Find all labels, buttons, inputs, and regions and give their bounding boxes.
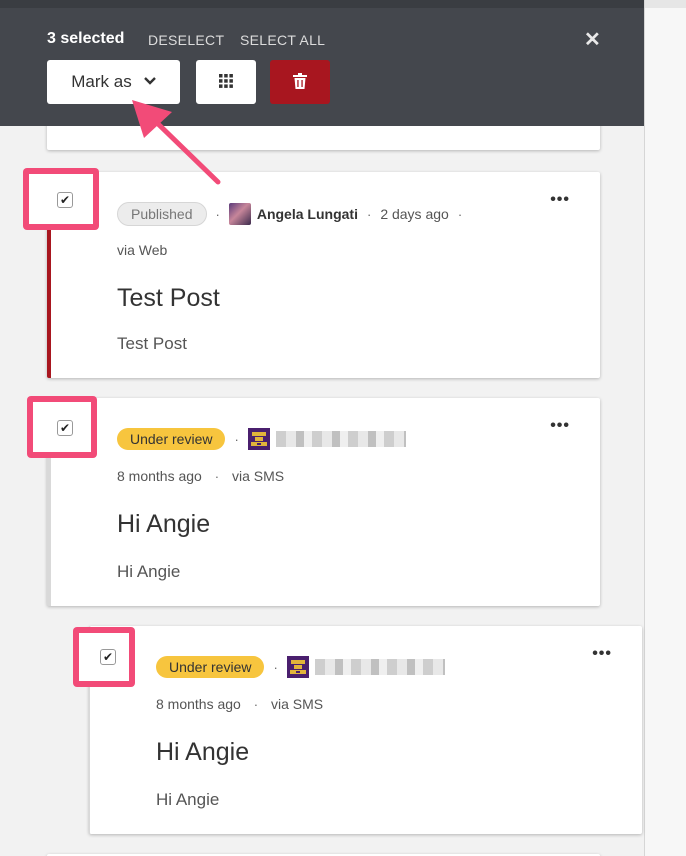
select-all-link[interactable]: SELECT ALL (240, 32, 325, 48)
checkbox-highlight: ✔ (23, 168, 99, 230)
annotation-arrow (132, 100, 221, 185)
post-time: 8 months ago (117, 468, 202, 484)
status-badge: Under review (117, 428, 226, 450)
avatar (286, 656, 309, 678)
checkbox-highlight: ✔ (73, 627, 135, 687)
more-options-icon[interactable]: ••• (592, 646, 612, 662)
post-time: 2 days ago (380, 206, 449, 222)
post-card[interactable]: Published · Angela Lungati · 2 days ago … (47, 172, 600, 378)
post-title[interactable]: Hi Angie (156, 738, 249, 767)
author-name-redacted (275, 431, 406, 447)
selected-count: 3 selected (47, 30, 125, 47)
mark-as-button[interactable]: Mark as (47, 60, 180, 104)
avatar (228, 203, 251, 225)
checkmark-icon[interactable]: ✔ (57, 192, 73, 208)
right-panel (644, 0, 686, 856)
delete-button[interactable] (270, 60, 330, 104)
author-name-redacted (314, 659, 445, 675)
post-meta: Under review · (117, 428, 406, 450)
grid-view-button[interactable] (196, 60, 256, 104)
deselect-link[interactable]: DESELECT (148, 32, 224, 48)
more-options-icon[interactable]: ••• (550, 418, 570, 434)
post-meta: Published · Angela Lungati · 2 days ago … (117, 202, 471, 226)
chevron-down-icon (143, 76, 156, 88)
post-title[interactable]: Hi Angie (117, 510, 210, 539)
trash-icon (293, 72, 307, 92)
author-name[interactable]: Angela Lungati (257, 206, 358, 222)
more-options-icon[interactable]: ••• (550, 192, 570, 208)
top-strip (0, 0, 686, 8)
checkmark-icon[interactable]: ✔ (57, 420, 73, 436)
close-icon[interactable]: ✕ (584, 30, 601, 50)
post-title[interactable]: Test Post (117, 284, 220, 313)
checkbox-highlight: ✔ (27, 396, 97, 458)
checkmark-icon[interactable]: ✔ (100, 649, 116, 665)
post-card[interactable]: Under review · 8 months ago · via SMS Hi… (47, 398, 600, 606)
post-source: via Web (117, 242, 168, 258)
bulk-actions-toolbar: 3 selected DESELECT SELECT ALL ✕ Mark as (0, 8, 644, 126)
post-source: via SMS (231, 468, 285, 484)
grid-icon (218, 73, 234, 92)
status-badge: Published (117, 202, 207, 226)
post-time: 8 months ago (156, 696, 241, 712)
avatar (247, 428, 270, 450)
post-meta-secondary: 8 months ago · via SMS (156, 696, 324, 712)
post-body: Test Post (117, 334, 187, 353)
post-meta: Under review · (156, 656, 445, 678)
mark-as-label: Mark as (71, 72, 132, 91)
status-badge: Under review (156, 656, 265, 678)
post-card[interactable]: Under review · 8 months ago · via SMS Hi… (89, 626, 642, 834)
post-body: Hi Angie (117, 562, 181, 581)
post-body: Hi Angie (156, 790, 220, 809)
post-meta-secondary: 8 months ago · via SMS (117, 468, 285, 484)
post-source: via SMS (270, 696, 324, 712)
